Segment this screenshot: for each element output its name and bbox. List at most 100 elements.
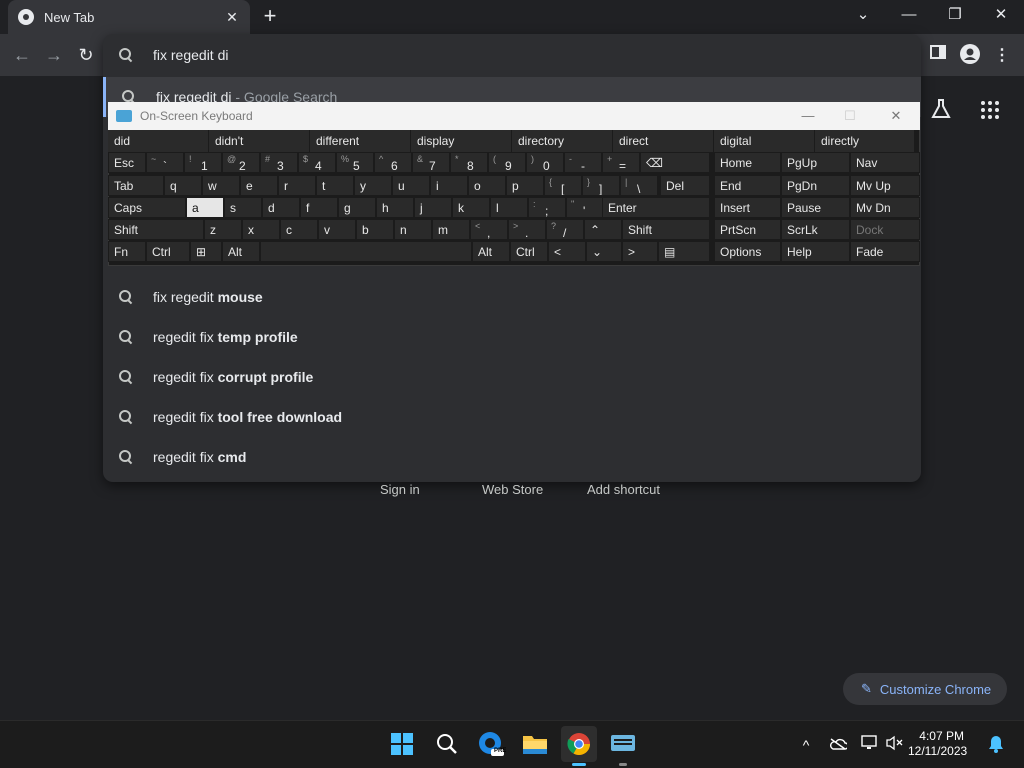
key-options[interactable]: Options bbox=[714, 241, 781, 262]
start-windows-icon[interactable] bbox=[386, 728, 418, 760]
key-ctrl-right[interactable]: Ctrl bbox=[510, 241, 548, 262]
key-1[interactable]: ! 1 bbox=[184, 152, 222, 173]
key-shift-right[interactable]: Shift bbox=[622, 219, 710, 240]
key-dock[interactable]: Dock bbox=[850, 219, 920, 240]
key-e[interactable]: e bbox=[240, 175, 278, 196]
tab-new-tab[interactable]: New Tab ✕ bbox=[8, 0, 250, 34]
key-v[interactable]: v bbox=[318, 219, 356, 240]
key-12[interactable]: + = bbox=[602, 152, 640, 173]
key-up[interactable]: ⌃ bbox=[584, 219, 622, 240]
web-store-link[interactable]: Web Store bbox=[482, 482, 543, 497]
tab-close-icon[interactable]: ✕ bbox=[224, 9, 240, 26]
key-prtscn[interactable]: PrtScn bbox=[714, 219, 781, 240]
key-fn[interactable]: Fn bbox=[108, 241, 146, 262]
suggestion-item[interactable]: fix regedit mouse bbox=[103, 277, 921, 317]
key-punct-1[interactable]: " ' bbox=[566, 197, 604, 218]
prediction-item[interactable]: display bbox=[411, 130, 512, 152]
key-right[interactable]: > bbox=[622, 241, 658, 262]
key-ctrl-left[interactable]: Ctrl bbox=[146, 241, 190, 262]
back-button[interactable]: ← bbox=[9, 42, 35, 68]
key-pgup[interactable]: PgUp bbox=[781, 152, 850, 173]
key-sym-0[interactable]: <, bbox=[470, 219, 508, 240]
key-u[interactable]: u bbox=[392, 175, 430, 196]
prediction-item[interactable]: direct bbox=[613, 130, 714, 152]
key-y[interactable]: y bbox=[354, 175, 392, 196]
chrome-menu-icon[interactable]: ⋮ bbox=[990, 44, 1014, 68]
key-q[interactable]: q bbox=[164, 175, 202, 196]
key-j[interactable]: j bbox=[414, 197, 452, 218]
key-mv-dn[interactable]: Mv Dn bbox=[850, 197, 920, 218]
omnibox[interactable]: fix regedit di bbox=[103, 34, 921, 76]
key-10[interactable]: ) 0 bbox=[526, 152, 564, 173]
key-d[interactable]: d bbox=[262, 197, 300, 218]
key-insert[interactable]: Insert bbox=[714, 197, 781, 218]
key-bracket-2[interactable]: | \ bbox=[620, 175, 658, 196]
key-11[interactable]: -- bbox=[564, 152, 602, 173]
key-4[interactable]: $4 bbox=[298, 152, 336, 173]
osk-close-button[interactable]: ✕ bbox=[876, 102, 916, 130]
key-5[interactable]: % 5 bbox=[336, 152, 374, 173]
search-icon[interactable] bbox=[431, 728, 463, 760]
apps-grid-icon[interactable] bbox=[980, 100, 1000, 120]
key-sym-1[interactable]: >. bbox=[508, 219, 546, 240]
key-2[interactable]: @2 bbox=[222, 152, 260, 173]
key-b[interactable]: b bbox=[356, 219, 394, 240]
key-bracket-0[interactable]: {[ bbox=[544, 175, 582, 196]
key-bracket-1[interactable]: }] bbox=[582, 175, 620, 196]
key-f[interactable]: f bbox=[300, 197, 338, 218]
forward-button[interactable]: → bbox=[41, 42, 67, 68]
profile-icon[interactable] bbox=[958, 44, 982, 68]
key-backspace[interactable]: ⌫ bbox=[640, 152, 710, 173]
key-caps[interactable]: Caps bbox=[108, 197, 186, 218]
key-home[interactable]: Home bbox=[714, 152, 781, 173]
key-x[interactable]: x bbox=[242, 219, 280, 240]
key-0[interactable]: ~ ` bbox=[146, 152, 184, 173]
key-alt-right[interactable]: Alt bbox=[472, 241, 510, 262]
key-9[interactable]: (9 bbox=[488, 152, 526, 173]
prediction-item[interactable]: directly bbox=[815, 130, 915, 152]
key-windows[interactable]: ⊞ bbox=[190, 241, 222, 262]
key-shift-left[interactable]: Shift bbox=[108, 219, 204, 240]
key-i[interactable]: i bbox=[430, 175, 468, 196]
key-l[interactable]: l bbox=[490, 197, 528, 218]
osk-title-bar[interactable]: On-Screen Keyboard — ☐ ✕ bbox=[108, 102, 920, 130]
chrome-taskbar-icon[interactable] bbox=[561, 726, 597, 762]
notification-bell-icon[interactable] bbox=[986, 735, 1006, 755]
prediction-item[interactable]: didn't bbox=[209, 130, 310, 152]
key-punct-0[interactable]: :; bbox=[528, 197, 566, 218]
tab-search-icon[interactable]: ⌄ bbox=[840, 0, 886, 30]
key-g[interactable]: g bbox=[338, 197, 376, 218]
key-3[interactable]: #3 bbox=[260, 152, 298, 173]
add-shortcut-link[interactable]: Add shortcut bbox=[587, 482, 660, 497]
key-c[interactable]: c bbox=[280, 219, 318, 240]
osk-maximize-button[interactable]: ☐ bbox=[830, 102, 870, 130]
restore-button[interactable]: ❐ bbox=[932, 0, 978, 30]
key-scrlk[interactable]: ScrLk bbox=[781, 219, 850, 240]
osk-minimize-button[interactable]: — bbox=[788, 102, 828, 130]
show-hidden-icons-chevron[interactable]: ^ bbox=[796, 735, 816, 755]
key-z[interactable]: z bbox=[204, 219, 242, 240]
key-menu[interactable]: ▤ bbox=[658, 241, 710, 262]
key-pgdn[interactable]: PgDn bbox=[781, 175, 850, 196]
key-alt-left[interactable]: Alt bbox=[222, 241, 260, 262]
osk-taskbar-icon[interactable] bbox=[607, 728, 639, 760]
suggestion-item[interactable]: regedit fix tool free download bbox=[103, 397, 921, 437]
key-mv-up[interactable]: Mv Up bbox=[850, 175, 920, 196]
key-8[interactable]: * 8 bbox=[450, 152, 488, 173]
prediction-item[interactable]: did bbox=[108, 130, 209, 152]
key-m[interactable]: m bbox=[432, 219, 470, 240]
key-s[interactable]: s bbox=[224, 197, 262, 218]
key-tab[interactable]: Tab bbox=[108, 175, 164, 196]
key-o[interactable]: o bbox=[468, 175, 506, 196]
sign-in-link[interactable]: Sign in bbox=[380, 482, 420, 497]
key-nav[interactable]: Nav bbox=[850, 152, 920, 173]
clock[interactable]: 4:07 PM 12/11/2023 bbox=[908, 729, 967, 759]
key-end[interactable]: End bbox=[714, 175, 781, 196]
prediction-item[interactable]: digital bbox=[714, 130, 815, 152]
onedrive-icon[interactable] bbox=[828, 735, 849, 755]
side-panel-icon[interactable] bbox=[926, 44, 950, 68]
key-p[interactable]: p bbox=[506, 175, 544, 196]
suggestion-item[interactable]: regedit fix temp profile bbox=[103, 317, 921, 357]
suggestion-item[interactable]: regedit fix cmd bbox=[103, 437, 921, 477]
key-fade[interactable]: Fade bbox=[850, 241, 920, 262]
